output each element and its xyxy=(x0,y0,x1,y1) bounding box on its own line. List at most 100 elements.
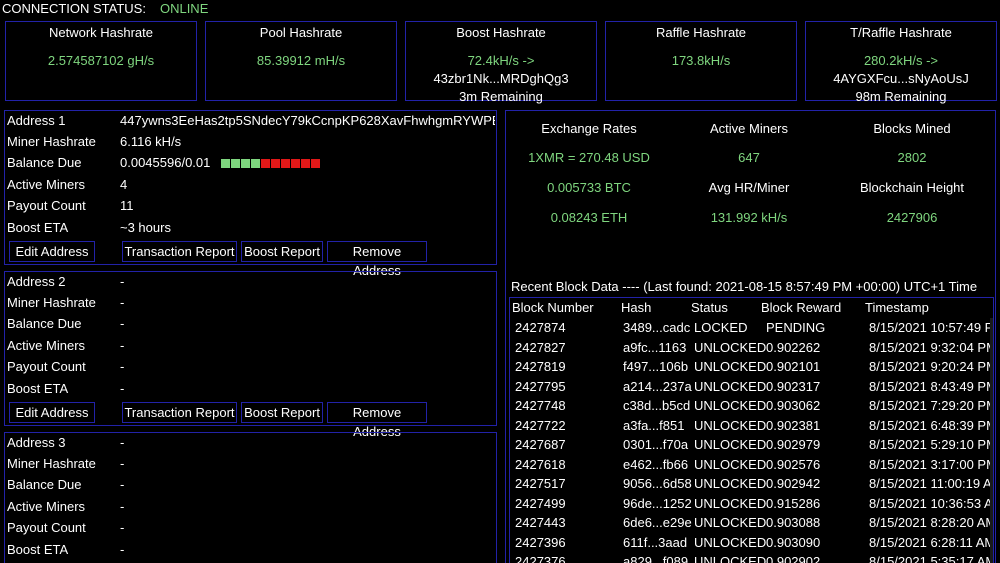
boost-eta-value: ~3 hours xyxy=(120,220,171,235)
status-cell: LOCKED xyxy=(694,320,748,335)
status-cell: UNLOCKED xyxy=(694,378,767,394)
avg-hr-title: Avg HR/Miner xyxy=(708,180,790,195)
block-number-cell: 2427396 xyxy=(515,534,566,550)
boost-report-button[interactable]: Boost Report xyxy=(241,241,323,262)
table-row[interactable]: 2427722 a3fa...f851 UNLOCKED 0.902381 8/15/2… xyxy=(510,416,993,435)
status-cell: UNLOCKED xyxy=(694,534,767,550)
table-row[interactable]: 2427748 c38d...b5cd UNLOCKED 0.903062 8/15/2… xyxy=(510,396,993,415)
table-row[interactable]: 2427376 a829...f089 UNLOCKED 0.902902 8/15/2… xyxy=(510,552,993,563)
table-row[interactable]: 2427396 611f...3aad UNLOCKED 0.903090 8/15/2… xyxy=(510,533,993,552)
balance-due-value: 0.0045596/0.01 xyxy=(120,155,211,170)
boost-eta-row: Boost ETA - xyxy=(7,379,124,399)
block-reward-cell: 0.915286 xyxy=(766,495,821,511)
payout-count-label: Payout Count xyxy=(7,359,86,374)
boost-eta-label: Boost ETA xyxy=(7,542,69,557)
block-reward-cell: 0.903090 xyxy=(766,534,821,550)
connection-status: CONNECTION STATUS: ONLINE xyxy=(2,1,208,17)
block-number-cell: 2427499 xyxy=(515,495,566,511)
pool-hashrate-title: Pool Hashrate xyxy=(259,25,343,40)
remove-address-button[interactable]: Remove Address xyxy=(327,402,427,439)
table-row[interactable]: 2427827 a9fc...1163 UNLOCKED 0.902262 8/15/2… xyxy=(510,338,993,357)
table-row[interactable]: 2427499 96de...1252 UNLOCKED 0.915286 8/15/2… xyxy=(510,494,993,513)
active-miners-value: 647 xyxy=(738,150,760,165)
status-cell: UNLOCKED xyxy=(694,554,767,563)
column-header-hash[interactable]: Hash xyxy=(621,299,651,317)
progress-segment xyxy=(301,158,311,168)
connection-status-label: CONNECTION STATUS: xyxy=(2,1,146,16)
blocks-mined-title: Blocks Mined xyxy=(873,121,951,136)
status-cell: UNLOCKED xyxy=(694,359,767,374)
address-value[interactable]: - xyxy=(120,272,124,292)
address-title: Address 2 xyxy=(7,274,66,289)
avg-hr-value: 131.992 kH/s xyxy=(710,210,788,225)
table-row[interactable]: 2427874 3489...cadc LOCKED PENDING 8/15/2021… xyxy=(510,318,993,337)
address-value[interactable]: 447ywns3EeHas2tp5SNdecY79kCcnpKP628XavFh… xyxy=(120,111,495,131)
timestamp-cell: 8/15/2021 9:20:24 PM xyxy=(869,359,994,374)
table-row[interactable]: 2427517 9056...6d58 UNLOCKED 0.902942 8/15/2… xyxy=(510,474,993,493)
edit-address-button[interactable]: Edit Address xyxy=(9,241,95,262)
table-row[interactable]: 2427443 6de6...e29e UNLOCKED 0.903088 8/15/2… xyxy=(510,513,993,532)
progress-segment xyxy=(251,158,261,168)
boost-hashrate-value: 72.4kH/s -> xyxy=(467,53,535,68)
block-reward-cell: 0.903088 xyxy=(766,515,821,530)
payout-count-value: - xyxy=(120,359,125,374)
active-miners-title: Active Miners xyxy=(709,121,789,136)
timestamp-cell: 8/15/2021 5:35:17 AM xyxy=(869,554,994,563)
traffle-hashrate-target: 4AYGXFcu...sNyAoUsJ xyxy=(833,71,969,86)
edit-address-button[interactable]: Edit Address xyxy=(9,402,95,423)
column-header-block-reward[interactable]: Block Reward xyxy=(761,299,841,317)
transaction-report-button[interactable]: Transaction Report xyxy=(122,402,237,423)
pool-hashrate-box: Pool Hashrate 85.39912 mH/s xyxy=(205,21,397,101)
address-title: Address 3 xyxy=(7,435,66,450)
active-miners-value: - xyxy=(120,499,125,514)
address-panel-3: Address 3- Miner Hashrate - Balance Due - … xyxy=(4,432,497,563)
column-header-status[interactable]: Status xyxy=(691,299,728,317)
status-cell: UNLOCKED xyxy=(694,456,767,472)
traffle-hashrate-remaining: 98m Remaining xyxy=(855,89,947,104)
progress-segment xyxy=(241,158,251,168)
address-row: Address 2 - xyxy=(7,272,124,292)
blocks-mined-value: 2802 xyxy=(897,150,927,165)
progress-segment xyxy=(261,158,271,168)
block-reward-cell: 0.902979 xyxy=(766,437,821,452)
table-row[interactable]: 2427618 e462...fb66 UNLOCKED 0.902576 8/15/2… xyxy=(510,455,993,474)
payout-count-row: Payout Count - xyxy=(7,357,124,377)
column-header-timestamp[interactable]: Timestamp xyxy=(865,299,929,317)
boost-report-button[interactable]: Boost Report xyxy=(241,402,323,423)
transaction-report-button[interactable]: Transaction Report xyxy=(122,241,237,262)
address-panel-2: Address 2- Miner Hashrate - Balance Due - … xyxy=(4,271,497,439)
address-title: Address 1 xyxy=(7,113,66,128)
status-cell: UNLOCKED xyxy=(694,515,767,530)
boost-eta-label: Boost ETA xyxy=(7,220,69,235)
timestamp-cell: 8/15/2021 6:28:11 AM xyxy=(869,534,994,550)
block-reward-cell: PENDING xyxy=(766,320,826,335)
column-header-block-number[interactable]: Block Number xyxy=(512,299,594,317)
block-number-cell: 2427748 xyxy=(515,398,566,413)
table-scrollbar[interactable] xyxy=(990,318,993,563)
block-number-cell: 2427443 xyxy=(515,515,566,530)
balance-due-value: - xyxy=(120,477,125,492)
hash-cell: 0301...f70a xyxy=(623,437,689,452)
timestamp-cell: 8/15/2021 10:36:53 AM xyxy=(869,495,994,511)
payout-count-row: Payout Count - xyxy=(7,518,124,538)
table-row[interactable]: 2427687 0301...f70a UNLOCKED 0.902979 8/15/2… xyxy=(510,435,993,454)
timestamp-cell: 8/15/2021 5:29:10 PM xyxy=(869,437,994,452)
active-miners-label: Active Miners xyxy=(7,499,86,514)
hash-cell: 6de6...e29e xyxy=(623,515,692,530)
recent-block-table: Block Number Hash Status Block Reward Ti… xyxy=(509,297,994,563)
table-row[interactable]: 2427819 f497...106b UNLOCKED 0.902101 8/15/2… xyxy=(510,357,993,376)
timestamp-cell: 8/15/2021 3:17:00 PM xyxy=(869,456,994,472)
blockchain-height-value: 2427906 xyxy=(886,210,938,225)
block-number-cell: 2427795 xyxy=(515,378,566,394)
remove-address-button[interactable]: Remove Address xyxy=(327,241,427,278)
hash-cell: 3489...cadc xyxy=(623,320,691,335)
address-value[interactable]: - xyxy=(120,433,124,453)
raffle-hashrate-title: Raffle Hashrate xyxy=(655,25,747,40)
block-reward-cell: 0.902317 xyxy=(766,378,821,394)
balance-due-value: - xyxy=(120,316,125,331)
miner-hashrate-value: - xyxy=(120,456,125,471)
table-row[interactable]: 2427795 a214...237a UNLOCKED 0.902317 8/15/2… xyxy=(510,377,993,396)
hash-cell: a214...237a xyxy=(623,378,692,394)
active-miners-value: 4 xyxy=(120,177,128,192)
hash-cell: 9056...6d58 xyxy=(623,476,692,491)
